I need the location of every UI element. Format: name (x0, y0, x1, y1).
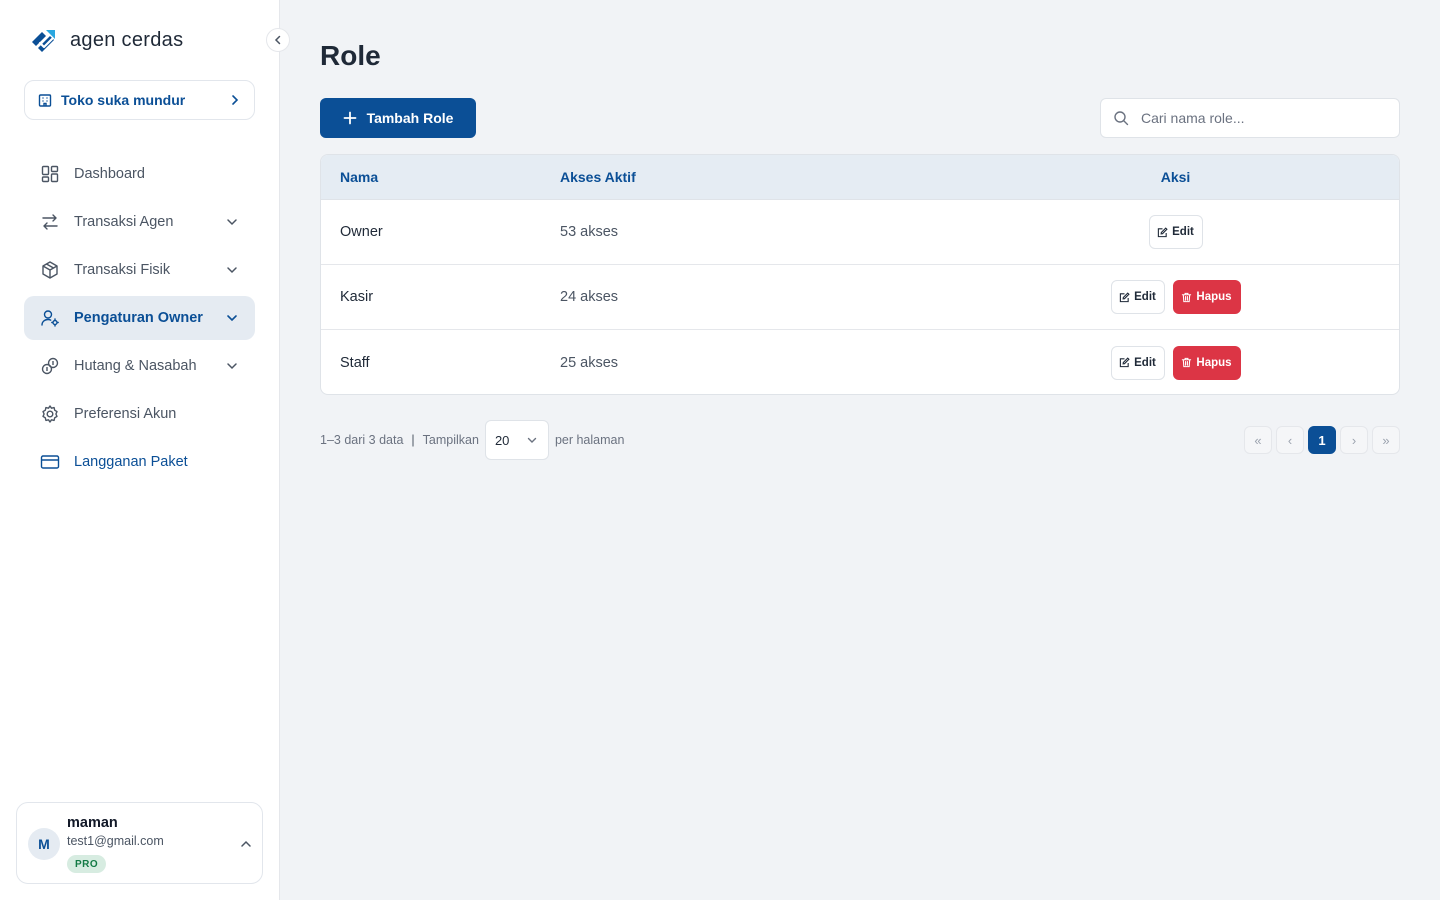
store-selector[interactable]: Toko suka mundur (24, 80, 255, 120)
table-row: Kasir 24 akses Edit Hapus (321, 265, 1399, 330)
show-label: Tampilkan (422, 433, 479, 447)
delete-label: Hapus (1196, 356, 1232, 369)
chevron-down-icon (227, 219, 237, 226)
pagination: « ‹ 1 › » (1244, 426, 1400, 454)
app-name: agen cerdas (70, 28, 184, 51)
next-page-button[interactable]: › (1340, 426, 1368, 454)
chevron-down-icon (227, 315, 237, 322)
edit-icon (1119, 291, 1130, 302)
coins-icon (40, 356, 60, 376)
trash-icon (1182, 357, 1192, 368)
sidebar-item-pengaturan-owner[interactable]: Pengaturan Owner (24, 296, 255, 340)
first-page-button[interactable]: « (1244, 426, 1272, 454)
table-header: Nama Akses Aktif Aksi (321, 155, 1399, 200)
plus-icon (343, 111, 356, 125)
chevron-down-icon (227, 363, 237, 370)
edit-label: Edit (1134, 356, 1156, 369)
sidebar: agen cerdas Toko suka mundur Dashboard T… (0, 0, 280, 900)
delete-button[interactable]: Hapus (1172, 280, 1241, 314)
role-access-count: 25 akses (560, 354, 619, 371)
sidebar-item-transaksi-agen[interactable]: Transaksi Agen (24, 200, 255, 244)
building-icon (38, 94, 52, 107)
plan-badge: PRO (67, 855, 107, 873)
edit-icon (1157, 226, 1168, 237)
credit-card-icon (40, 452, 60, 472)
per-page-label: per halaman (554, 433, 625, 447)
row-actions: Edit Hapus (960, 280, 1399, 314)
add-role-label: Tambah Role (366, 110, 454, 126)
trash-icon (1182, 292, 1192, 302)
sidebar-item-transaksi-fisik[interactable]: Transaksi Fisik (24, 248, 255, 292)
sidebar-item-hutang-nasabah[interactable]: Hutang & Nasabah (24, 344, 255, 388)
chevron-down-icon (527, 437, 537, 443)
dashboard-icon (40, 164, 60, 184)
header-nama[interactable]: Nama (321, 169, 560, 185)
header-aksi: Aksi (1160, 169, 1191, 185)
transfer-arrows-icon (40, 212, 60, 232)
store-name: Toko suka mundur (61, 92, 186, 108)
page-title: Role (320, 40, 381, 71)
user-menu[interactable]: M maman test1@gmail.com PRO (16, 802, 263, 884)
role-access-count: 53 akses (560, 224, 619, 240)
header-akses-aktif[interactable]: Akses Aktif (560, 169, 960, 185)
sidebar-nav: Dashboard Transaksi Agen Transaksi Fisik… (24, 152, 255, 488)
table-row: Owner 53 akses Edit (321, 200, 1399, 265)
row-actions: Edit (960, 215, 1399, 249)
role-access-count: 24 akses (560, 289, 619, 305)
page-size-value: 20 (494, 432, 510, 448)
sidebar-item-label: Transaksi Fisik (74, 262, 171, 278)
sidebar-item-label: Transaksi Agen (74, 214, 174, 230)
row-actions: Edit Hapus (960, 345, 1399, 380)
role-name: Staff (340, 354, 370, 371)
prev-page-button[interactable]: ‹ (1276, 426, 1304, 454)
sidebar-item-langganan-paket[interactable]: Langganan Paket (24, 440, 255, 484)
edit-label: Edit (1134, 291, 1156, 303)
role-name: Kasir (340, 289, 374, 305)
user-name: maman (67, 815, 118, 831)
last-page-button[interactable]: » (1372, 426, 1400, 454)
roles-table: Nama Akses Aktif Aksi Owner 53 akses Edi… (320, 154, 1400, 395)
chevron-right-icon (232, 95, 239, 105)
search-icon (1114, 111, 1129, 126)
table-footer: 1–3 dari 3 data | Tampilkan 20 per halam… (320, 420, 624, 460)
edit-icon (1119, 357, 1130, 368)
sidebar-item-label: Langganan Paket (74, 454, 188, 470)
delete-button[interactable]: Hapus (1172, 345, 1241, 380)
user-settings-icon (40, 308, 60, 328)
delete-label: Hapus (1196, 291, 1232, 303)
sidebar-item-label: Hutang & Nasabah (74, 358, 197, 374)
role-name: Owner (340, 224, 383, 240)
edit-button[interactable]: Edit (1148, 215, 1203, 249)
chevron-up-icon (241, 840, 251, 847)
sidebar-item-label: Pengaturan Owner (74, 310, 203, 326)
chevron-left-icon (274, 35, 281, 45)
page-size-select[interactable]: 20 (484, 420, 549, 460)
add-role-button[interactable]: Tambah Role (320, 98, 476, 138)
gear-icon (40, 404, 60, 424)
avatar: M (28, 828, 60, 860)
page-button-current[interactable]: 1 (1308, 426, 1336, 454)
search-box (1100, 98, 1400, 138)
table-row: Staff 25 akses Edit Hapus (321, 330, 1399, 394)
edit-label: Edit (1172, 226, 1194, 238)
package-icon (40, 260, 60, 280)
search-input[interactable] (1141, 110, 1387, 126)
pagination-summary: 1–3 dari 3 data (320, 433, 404, 447)
edit-button[interactable]: Edit (1110, 345, 1165, 380)
edit-button[interactable]: Edit (1110, 280, 1165, 314)
sidebar-item-label: Dashboard (74, 166, 145, 182)
logo[interactable]: agen cerdas (28, 26, 183, 54)
sidebar-item-dashboard[interactable]: Dashboard (24, 152, 255, 196)
divider: | (411, 433, 415, 447)
user-email: test1@gmail.com (67, 834, 164, 848)
chevron-down-icon (227, 267, 237, 274)
sidebar-item-preferensi-akun[interactable]: Preferensi Akun (24, 392, 255, 436)
sidebar-item-label: Preferensi Akun (74, 406, 177, 422)
logo-mark-icon (32, 30, 55, 52)
sidebar-collapse-button[interactable] (266, 28, 290, 52)
